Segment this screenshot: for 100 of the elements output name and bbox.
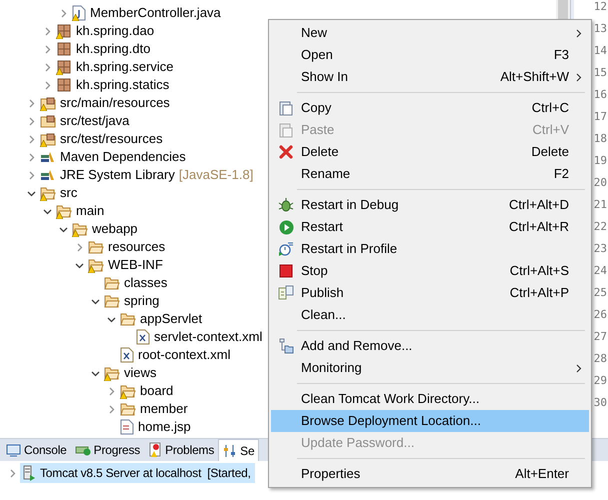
tree-item-decoration: [JavaSE-1.8] bbox=[178, 166, 254, 184]
tree-item[interactable]: kh.spring.dto bbox=[76, 39, 150, 59]
collapsed-chevron-icon[interactable] bbox=[26, 134, 36, 144]
line-number: 17 bbox=[594, 109, 607, 125]
line-number: 21 bbox=[594, 197, 607, 213]
warning-icon bbox=[56, 212, 63, 219]
problems-icon bbox=[148, 442, 162, 458]
folder-icon bbox=[104, 275, 120, 291]
folder-icon bbox=[120, 311, 136, 327]
tree-item[interactable]: main bbox=[76, 201, 104, 221]
collapsed-chevron-icon[interactable] bbox=[26, 98, 36, 108]
expanded-chevron-icon[interactable] bbox=[74, 260, 84, 270]
folder-icon bbox=[120, 383, 136, 399]
menu-item[interactable]: Publish Ctrl+Alt+P bbox=[271, 282, 589, 304]
menu-item[interactable]: Rename F2 bbox=[271, 163, 589, 185]
folder-icon bbox=[56, 203, 72, 219]
server-icon bbox=[22, 465, 36, 481]
menu-item[interactable]: Add and Remove... bbox=[271, 335, 589, 357]
collapsed-chevron-icon[interactable] bbox=[42, 80, 52, 90]
collapsed-chevron-icon[interactable] bbox=[106, 386, 116, 396]
folder-icon bbox=[104, 293, 120, 309]
source-folder-icon bbox=[40, 131, 56, 147]
menu-item[interactable]: Stop Ctrl+Alt+S bbox=[271, 260, 589, 282]
tree-item[interactable]: member bbox=[140, 399, 188, 419]
tree-item[interactable]: WEB-INF bbox=[108, 255, 163, 275]
tree-item[interactable]: JRE System Library bbox=[60, 165, 175, 185]
expanded-chevron-icon[interactable] bbox=[58, 224, 68, 234]
tree-item[interactable]: spring bbox=[124, 291, 160, 311]
delete-icon bbox=[279, 145, 293, 159]
line-number: 27 bbox=[594, 329, 607, 345]
collapsed-chevron-icon[interactable] bbox=[42, 26, 52, 36]
tree-item[interactable]: Maven Dependencies bbox=[60, 147, 186, 167]
view-tab[interactable]: Console bbox=[2, 439, 71, 461]
package-icon bbox=[56, 59, 72, 75]
expanded-chevron-icon[interactable] bbox=[90, 296, 100, 306]
tree-item[interactable]: appServlet bbox=[140, 309, 202, 329]
menu-item[interactable]: Restart in Debug Ctrl+Alt+D bbox=[271, 194, 589, 216]
expanded-chevron-icon[interactable] bbox=[90, 368, 100, 378]
collapsed-chevron-icon[interactable] bbox=[26, 170, 36, 180]
jsp-file-icon bbox=[120, 419, 134, 435]
menu-item[interactable]: Clean... bbox=[271, 304, 589, 326]
tree-item[interactable]: classes bbox=[124, 273, 168, 293]
view-tab[interactable]: Se bbox=[218, 439, 260, 461]
menu-item[interactable]: Clean Tomcat Work Directory... bbox=[271, 388, 589, 410]
tree-item[interactable]: resources bbox=[108, 237, 166, 257]
line-number: 28 bbox=[594, 351, 607, 367]
source-folder-icon bbox=[40, 113, 56, 129]
expanded-chevron-icon[interactable] bbox=[106, 314, 116, 324]
package-icon bbox=[56, 41, 72, 57]
menu-item[interactable]: New bbox=[271, 22, 589, 44]
xml-file-icon bbox=[120, 347, 134, 363]
line-number: 25 bbox=[594, 285, 607, 301]
collapsed-chevron-icon[interactable] bbox=[58, 8, 68, 18]
collapsed-chevron-icon[interactable] bbox=[26, 152, 36, 162]
line-number: 22 bbox=[594, 219, 607, 235]
folder-icon bbox=[104, 365, 120, 381]
package-icon bbox=[56, 77, 72, 93]
tree-item[interactable]: src bbox=[60, 183, 78, 203]
tree-item[interactable]: webapp bbox=[92, 219, 138, 239]
source-folder-icon bbox=[40, 95, 56, 111]
collapsed-chevron-icon[interactable] bbox=[26, 116, 36, 126]
server-name: Tomcat v8.5 Server at localhost bbox=[40, 465, 202, 482]
expanded-chevron-icon[interactable] bbox=[42, 206, 52, 216]
menu-item[interactable]: Show In Alt+Shift+W bbox=[271, 66, 589, 88]
menu-item[interactable]: Open F3 bbox=[271, 44, 589, 66]
tree-item[interactable]: servlet-context.xml bbox=[154, 327, 262, 347]
tree-item[interactable]: home.jsp bbox=[138, 417, 191, 437]
menu-item[interactable]: Restart Ctrl+Alt+R bbox=[271, 216, 589, 238]
collapsed-chevron-icon[interactable] bbox=[42, 44, 52, 54]
collapsed-chevron-icon[interactable] bbox=[106, 404, 116, 414]
tree-item[interactable]: MemberController.java bbox=[90, 3, 221, 23]
collapsed-chevron-icon[interactable] bbox=[74, 242, 84, 252]
tree-item[interactable]: root-context.xml bbox=[138, 345, 230, 365]
package-icon bbox=[56, 23, 72, 39]
tree-item[interactable]: src/test/java bbox=[60, 111, 130, 131]
menu-item[interactable]: Monitoring bbox=[271, 357, 589, 379]
view-tab[interactable]: Progress bbox=[70, 439, 144, 461]
menu-item[interactable]: Restart in Profile bbox=[271, 238, 589, 260]
menu-item[interactable]: Browse Deployment Location... bbox=[271, 410, 589, 432]
line-number: 15 bbox=[594, 65, 607, 81]
tree-item[interactable]: src/test/resources bbox=[60, 129, 163, 149]
menu-item[interactable]: Properties Alt+Enter bbox=[271, 463, 589, 485]
tree-item[interactable]: kh.spring.dao bbox=[76, 21, 154, 41]
menu-item[interactable]: Delete Delete bbox=[271, 141, 589, 163]
expanded-chevron-icon[interactable] bbox=[26, 188, 36, 198]
view-tab[interactable]: Problems bbox=[144, 439, 218, 461]
tree-item[interactable]: src/main/resources bbox=[60, 93, 170, 113]
warning-icon bbox=[72, 14, 79, 21]
line-number: 29 bbox=[594, 373, 607, 389]
warning-icon bbox=[40, 104, 47, 111]
tree-item[interactable]: board bbox=[140, 381, 174, 401]
server-row[interactable]: Tomcat v8.5 Server at localhost [Started, bbox=[20, 463, 255, 483]
tree-item[interactable]: views bbox=[124, 363, 157, 383]
collapsed-chevron-icon[interactable] bbox=[42, 62, 52, 72]
line-number: 26 bbox=[594, 307, 607, 323]
folder-icon bbox=[88, 239, 104, 255]
tree-item[interactable]: kh.spring.service bbox=[76, 57, 174, 77]
menu-item[interactable]: Copy Ctrl+C bbox=[271, 97, 589, 119]
play-icon bbox=[278, 220, 294, 234]
tree-item[interactable]: kh.spring.statics bbox=[76, 75, 170, 95]
